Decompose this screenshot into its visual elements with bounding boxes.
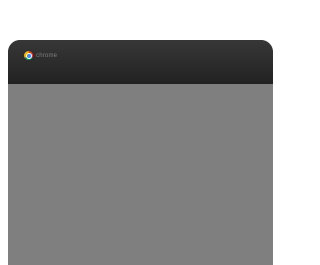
- device-bezel: chrome: [8, 40, 273, 84]
- chrome-logo-icon: [24, 51, 33, 60]
- brand-label: chrome: [36, 52, 58, 59]
- brand-logo: chrome: [24, 51, 57, 60]
- device-screen: [8, 84, 273, 265]
- chromebook-device: chrome: [8, 40, 273, 265]
